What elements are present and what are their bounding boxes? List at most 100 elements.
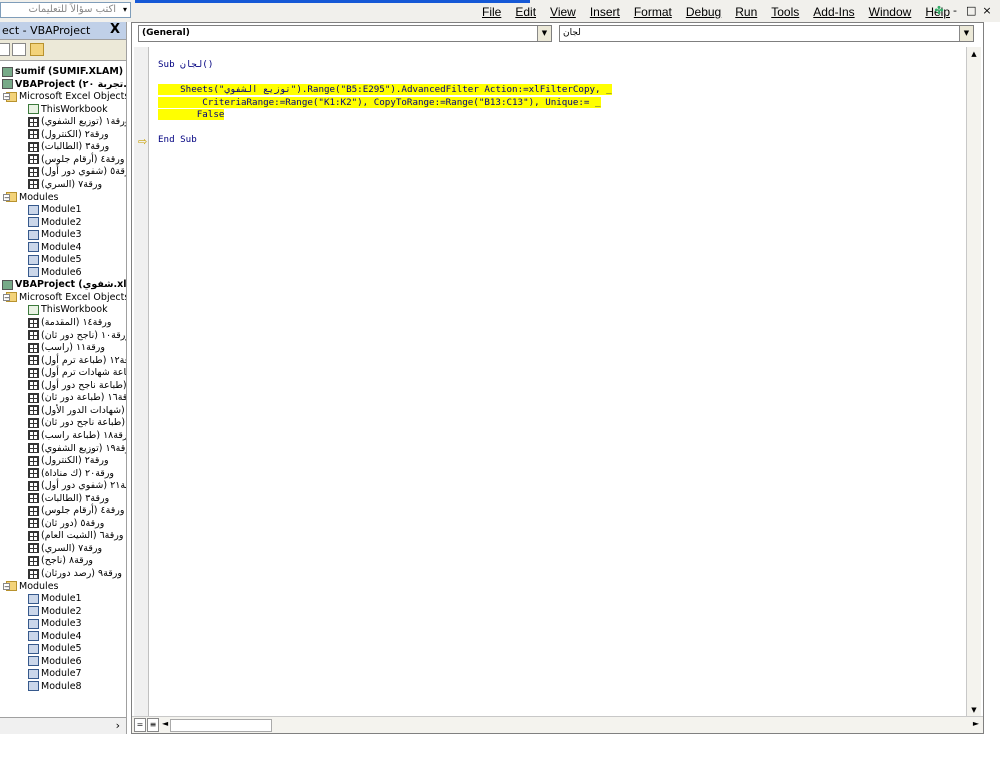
tree-node[interactable]: Module5 [28,254,82,266]
tree-node[interactable]: ورقة١٦ (طباعة دور ثان) [28,392,126,404]
tree-node[interactable]: ThisWorkbook [28,304,108,316]
close-pane-icon[interactable]: X [108,23,122,37]
tree-node[interactable]: ورقة٢ (الكنترول) [28,129,109,141]
tree-node[interactable]: ورقة١٧ (شهادات الدور الأول) [28,405,126,417]
tree-node[interactable]: Module4 [28,242,82,254]
view-object-icon[interactable] [12,43,26,56]
tree-node[interactable]: Module8 [28,681,82,693]
chevron-down-icon[interactable]: ▼ [537,26,551,41]
tree-node[interactable]: ورقة٤ (أرقام جلوس) [28,154,124,166]
ask-dropdown-icon[interactable]: ▾ [123,4,131,16]
project-explorer-title: ect - VBAProject X [0,22,126,40]
indicator-margin[interactable]: ⇨ [134,47,149,717]
tree-node[interactable]: ورقة٦ (الشيت العام) [28,530,123,542]
tree-node[interactable]: ورقة٧ (السري) [28,179,102,191]
full-module-view-icon[interactable]: ≡ [147,718,159,732]
tree-node[interactable]: ورقة٩ (رصد دورثان) [28,568,122,580]
menu-tools[interactable]: Tools [771,3,799,21]
tree-node[interactable]: Module2 [28,217,82,229]
scroll-right-icon[interactable]: › [116,719,120,732]
view-code-icon[interactable] [0,43,10,56]
tree-node[interactable]: ورقة٢٠ (ك مناداة) [28,468,114,480]
minimize-icon[interactable]: - [950,3,960,19]
tree-node[interactable]: ورقة١٩ (توزيع الشفوي) [28,443,126,455]
tree-node-label: ورقة١٠ (ناجح دور ثان) [41,329,126,341]
tree-node[interactable]: VBAProject (تجربة ٢٠.xls) [2,79,126,91]
tree-node[interactable]: ورقة٤ (أرقام جلوس) [28,505,124,517]
tree-node-label: ورقة٥ (دور ثان) [41,517,105,529]
tree-node[interactable]: Module2 [28,606,82,618]
tree-node[interactable]: ThisWorkbook [28,104,108,116]
scroll-left-icon[interactable]: ◄ [162,719,168,728]
menu-edit[interactable]: Edit [515,3,536,21]
collapse-icon[interactable]: − [3,293,10,301]
close-icon[interactable]: × [982,3,992,19]
tree-node[interactable]: Module3 [28,229,82,241]
tree-node[interactable]: VBAProject (شفوي.xlsm) [2,279,126,291]
tree-node[interactable]: ورقة١٨ (طباعة ناجح دور ثان) [28,417,126,429]
tree-node[interactable]: − Microsoft Excel Objects [3,91,126,103]
tree-node[interactable]: ورقة١٠ (ناجح دور ثان) [28,330,126,342]
procedure-combo[interactable]: لجان ▼ [559,25,974,42]
tree-node[interactable]: ورقة٢ (الكنترول) [28,455,109,467]
tree-node[interactable]: ورقة٣ (الطالبات) [28,493,109,505]
tree-node-label: Module1 [41,204,82,216]
menu-insert[interactable]: Insert [590,3,620,21]
code-horizontal-scrollbar[interactable]: = ≡ ◄ ► [132,716,983,733]
tree-node[interactable]: Module6 [28,656,82,668]
menu-addins[interactable]: Add-Ins [813,3,854,21]
object-combo[interactable]: (General) ▼ [138,25,552,42]
procedure-view-icon[interactable]: = [134,718,146,732]
tree-node[interactable]: Module7 [28,668,82,680]
tree-node[interactable]: sumif (SUMIF.XLAM) [2,66,123,78]
restore-icon[interactable]: □ [966,3,976,19]
scroll-right-icon[interactable]: ► [973,719,979,728]
scroll-up-icon[interactable]: ▲ [967,47,981,61]
tree-node-label: ورقة٢١ (شفوي دور أول) [41,480,126,492]
tree-node[interactable]: ورقة١١ (راسب) [28,342,105,354]
title-bar-strip [135,0,530,3]
tree-node[interactable]: Module1 [28,593,82,605]
menu-file[interactable]: File [482,3,501,21]
tree-node[interactable]: − Modules [3,581,59,593]
tree-node[interactable]: ورقة٥ (شفوي دور أول) [28,166,126,178]
code-editor[interactable]: Sub لجان() Sheets("توزيع الشفوي").Range(… [158,59,965,147]
tree-node[interactable]: Module1 [28,204,82,216]
tree-node-label: Module5 [41,254,82,266]
menu-run[interactable]: Run [735,3,757,21]
tree-node[interactable]: ورقة٣ (الطالبات) [28,141,109,153]
tree-node[interactable]: ورقة٢١ (شفوي دور أول) [28,480,126,492]
tree-node[interactable]: Module4 [28,631,82,643]
tree-node[interactable]: ورقة٧ (السري) [28,543,102,555]
tree-node[interactable]: ورقة١ (توزيع الشفوي) [28,116,126,128]
tree-node[interactable]: ورقة١٣ (طباعة شهادات ترم أول) [28,367,126,379]
tree-node[interactable]: − Modules [3,192,59,204]
tree-node[interactable]: ورقة٨ (ناجح) [28,555,93,567]
tree-node[interactable]: ورقة١٢ (طباعة ترم أول) [28,355,126,367]
chevron-down-icon[interactable]: ▼ [959,26,973,41]
code-vertical-scrollbar[interactable]: ▲ ▼ [966,47,981,717]
toggle-folders-icon[interactable] [30,43,44,56]
menu-debug[interactable]: Debug [686,3,721,21]
scroll-thumb[interactable] [170,719,272,732]
collapse-icon[interactable]: − [3,193,10,201]
tree-horizontal-scrollbar[interactable]: › [0,717,126,734]
ask-question-input[interactable]: اكتب سؤالاً للتعليمات [0,2,131,18]
tree-node[interactable]: Module5 [28,643,82,655]
scroll-down-icon[interactable]: ▼ [967,703,981,717]
menu-items: Help Window Add-Ins Tools Run Debug Format Inse… [482,3,950,21]
menu-format[interactable]: Format [634,3,672,21]
tree-node[interactable]: − Microsoft Excel Objects [3,292,126,304]
menu-view[interactable]: View [550,3,576,21]
tree-node-label: Module5 [41,643,82,655]
collapse-icon[interactable]: − [3,582,10,590]
tree-node[interactable]: Module6 [28,267,82,279]
tree-node[interactable]: ورقة١٥ (طباعة ناجح دور أول) [28,380,126,392]
vba-icon[interactable]: ✤ [934,3,944,19]
tree-node[interactable]: Module3 [28,618,82,630]
tree-node[interactable]: ورقة١٤ (المقدمة) [28,317,111,329]
tree-node[interactable]: ورقة٥ (دور ثان) [28,518,104,530]
tree-node[interactable]: ورقة١٨ (طباعة راسب) [28,430,126,442]
collapse-icon[interactable]: − [3,93,10,101]
menu-window[interactable]: Window [869,3,912,21]
